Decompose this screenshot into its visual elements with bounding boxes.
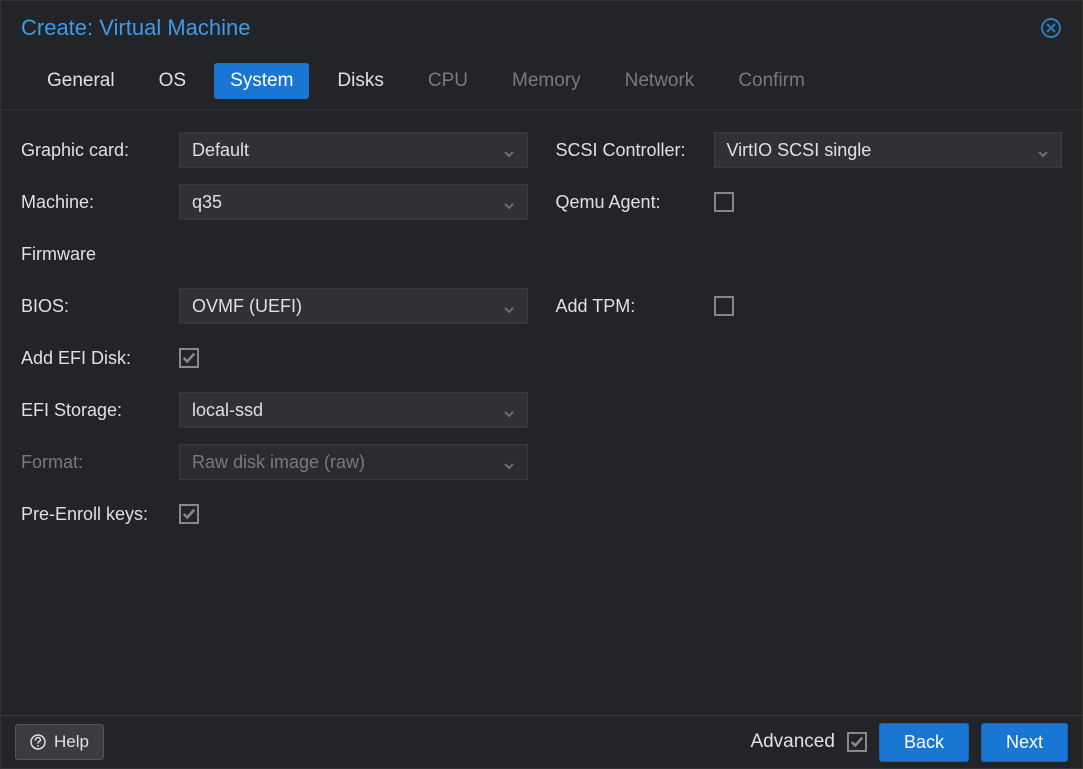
close-button[interactable] [1040,17,1062,39]
right-column: SCSI Controller: VirtIO SCSI single Qemu… [556,132,1063,715]
select-machine[interactable]: q35 [179,184,528,220]
footer: Help Advanced Back Next [1,715,1082,768]
row-pre-enroll-keys: Pre-Enroll keys: [21,496,528,532]
close-icon [1040,17,1062,39]
select-format: Raw disk image (raw) [179,444,528,480]
checkbox-qemu-agent[interactable] [714,192,734,212]
create-vm-dialog: Create: Virtual Machine General OS Syste… [0,0,1083,769]
label-bios: BIOS: [21,296,179,317]
select-machine-value: q35 [192,192,222,213]
checkbox-advanced[interactable] [847,732,867,752]
titlebar: Create: Virtual Machine [1,1,1082,49]
label-graphic-card: Graphic card: [21,140,179,161]
row-efi-storage: EFI Storage: local-ssd [21,392,528,428]
select-graphic-card-value: Default [192,140,249,161]
select-bios[interactable]: OVMF (UEFI) [179,288,528,324]
row-add-efi-disk: Add EFI Disk: [21,340,528,376]
label-efi-storage: EFI Storage: [21,400,179,421]
tab-os[interactable]: OS [143,63,202,99]
help-button-label: Help [54,732,89,752]
row-bios: BIOS: OVMF (UEFI) [21,288,528,324]
row-add-tpm: Add TPM: [556,288,1063,324]
chevron-down-icon [503,144,515,156]
checkbox-pre-enroll-keys[interactable] [179,504,199,524]
select-format-value: Raw disk image (raw) [192,452,365,473]
label-format: Format: [21,452,179,473]
row-graphic-card: Graphic card: Default [21,132,528,168]
tab-network: Network [609,63,711,99]
label-add-efi-disk: Add EFI Disk: [21,348,179,369]
left-column: Graphic card: Default Machine: q35 Firmw… [21,132,528,715]
chevron-down-icon [1037,144,1049,156]
check-icon [182,507,196,521]
select-scsi-controller[interactable]: VirtIO SCSI single [714,132,1063,168]
tab-bar: General OS System Disks CPU Memory Netwo… [1,49,1082,110]
label-scsi-controller: SCSI Controller: [556,140,714,161]
tab-general[interactable]: General [31,63,131,99]
content-area: Graphic card: Default Machine: q35 Firmw… [1,110,1082,715]
checkbox-add-efi-disk[interactable] [179,348,199,368]
chevron-down-icon [503,404,515,416]
chevron-down-icon [503,456,515,468]
row-qemu-agent: Qemu Agent: [556,184,1063,220]
select-scsi-controller-value: VirtIO SCSI single [727,140,872,161]
row-scsi-controller: SCSI Controller: VirtIO SCSI single [556,132,1063,168]
tab-system[interactable]: System [214,63,309,99]
help-button[interactable]: Help [15,724,104,760]
footer-right: Advanced Back Next [750,723,1068,762]
spacer [556,236,1063,288]
label-advanced: Advanced [750,731,835,753]
select-efi-storage-value: local-ssd [192,400,263,421]
row-machine: Machine: q35 [21,184,528,220]
label-pre-enroll-keys: Pre-Enroll keys: [21,504,179,525]
tab-memory: Memory [496,63,597,99]
label-qemu-agent: Qemu Agent: [556,192,714,213]
chevron-down-icon [503,300,515,312]
check-icon [850,735,864,749]
label-machine: Machine: [21,192,179,213]
next-button[interactable]: Next [981,723,1068,762]
label-add-tpm: Add TPM: [556,296,714,317]
select-graphic-card[interactable]: Default [179,132,528,168]
chevron-down-icon [503,196,515,208]
tab-disks[interactable]: Disks [321,63,399,99]
row-format: Format: Raw disk image (raw) [21,444,528,480]
section-firmware: Firmware [21,236,528,272]
select-bios-value: OVMF (UEFI) [192,296,302,317]
dialog-title: Create: Virtual Machine [21,15,251,41]
back-button[interactable]: Back [879,723,969,762]
tab-cpu: CPU [412,63,484,99]
check-icon [182,351,196,365]
select-efi-storage[interactable]: local-ssd [179,392,528,428]
help-icon [30,734,46,750]
tab-confirm: Confirm [722,63,821,99]
checkbox-add-tpm[interactable] [714,296,734,316]
